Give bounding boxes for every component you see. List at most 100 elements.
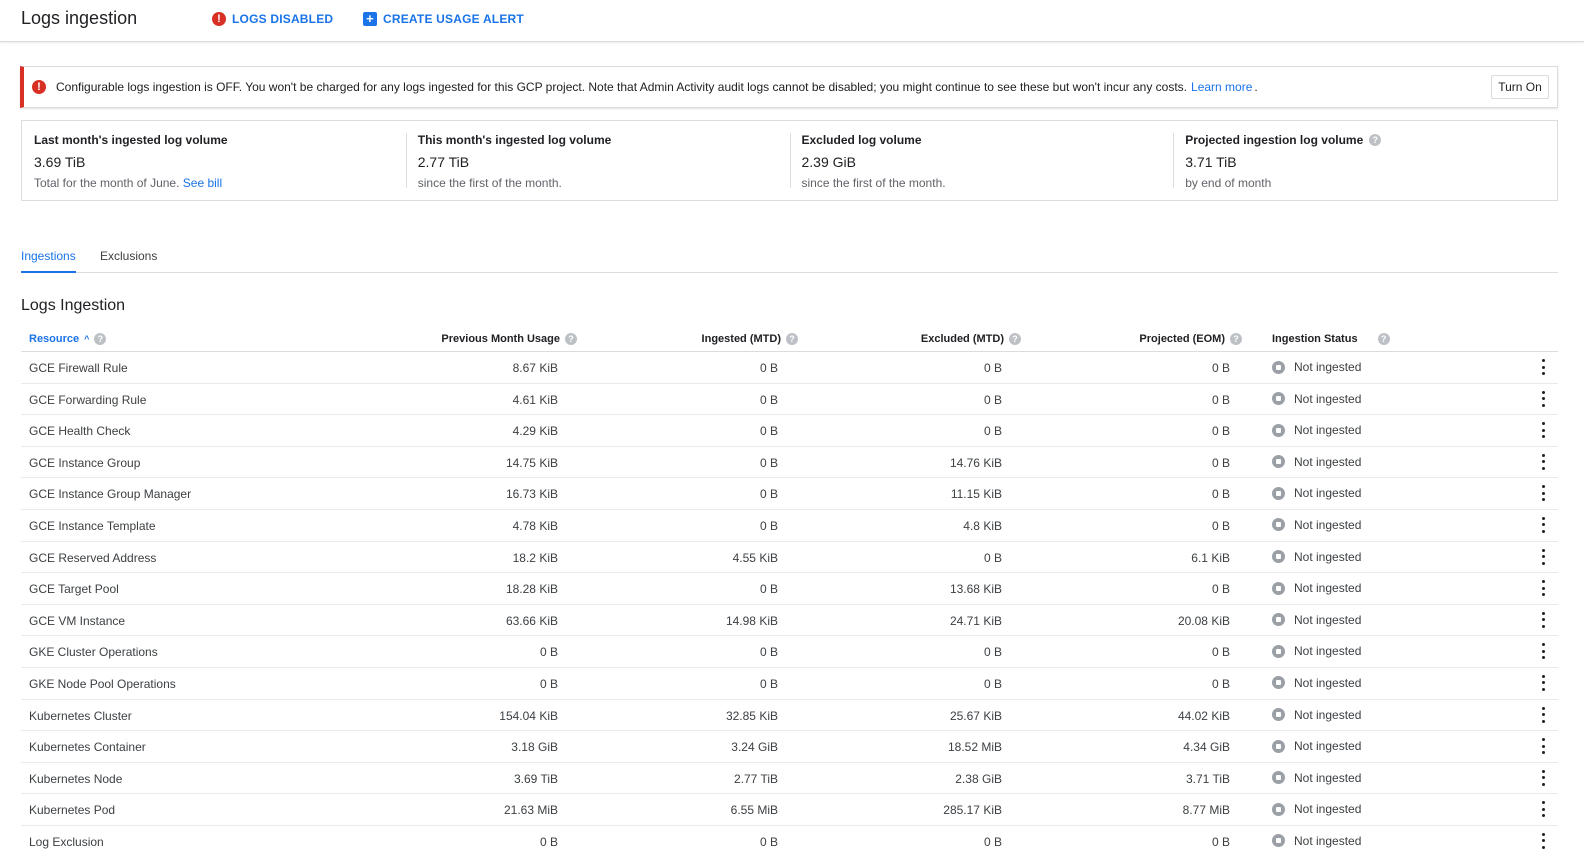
more-vert-icon[interactable] [1540,516,1546,533]
cell-status: Not ingested [1272,613,1361,627]
more-vert-icon[interactable] [1540,422,1546,439]
help-icon[interactable]: ? [94,333,107,345]
more-vert-icon[interactable] [1540,801,1546,818]
more-vert-icon[interactable] [1540,359,1546,375]
more-vert-icon[interactable] [1540,706,1546,723]
table-row[interactable]: Kubernetes Cluster 154.04 KiB 32.85 KiB 25.… [21,700,1558,732]
column-header-label: Ingested (MTD) [701,333,781,345]
help-icon[interactable]: ? [565,333,577,345]
help-icon[interactable]: ? [1230,333,1242,345]
more-vert-icon[interactable] [1540,548,1546,565]
add-box-icon: + [363,12,377,26]
cell-previous-usage: 21.63 MiB [503,803,558,818]
cell-projected: 0 B [1211,834,1230,849]
banner-period: . [1254,80,1258,94]
table-row[interactable]: GCE Target Pool 18.28 KiB 0 B 13.68 KiB 0 B N… [21,573,1558,605]
column-header-label: Previous Month Usage [441,333,560,345]
tab-ingestions[interactable]: Ingestions [21,249,76,273]
cell-resource: Kubernetes Pod [29,803,116,818]
usage-summary-card: Last month's ingested log volume 3.69 Ti… [21,120,1558,201]
table-row[interactable]: GCE Forwarding Rule 4.61 KiB 0 B 0 B 0 B Not … [21,384,1558,416]
column-header-status[interactable]: Ingestion Status ? [1272,333,1390,345]
section-title: Logs Ingestion [21,297,126,314]
column-header-projected[interactable]: Projected (EOM) ? [1139,333,1242,345]
cell-previous-usage: 16.73 KiB [505,487,558,502]
cell-status: Not ingested [1272,550,1361,564]
logs-ingestion-table: Resource ^ ? Previous Month Usage ? Inge… [21,326,1558,855]
status-label: Not ingested [1294,423,1362,438]
table-row[interactable]: GCE Reserved Address 18.2 KiB 4.55 KiB 0 B 6… [21,542,1558,574]
status-label: Not ingested [1294,739,1362,754]
banner-text: Configurable logs ingestion is OFF. You … [56,80,1188,94]
cell-ingested: 4.55 KiB [732,550,778,565]
table-row[interactable]: GCE Health Check 4.29 KiB 0 B 0 B 0 B Not ing… [21,415,1558,447]
tab-exclusions[interactable]: Exclusions [100,249,157,273]
cell-resource: Kubernetes Node [29,771,123,786]
help-icon[interactable]: ? [1377,333,1390,345]
cell-previous-usage: 4.61 KiB [512,392,558,407]
table-row[interactable]: GKE Node Pool Operations 0 B 0 B 0 B 0 B Not … [21,668,1558,700]
more-vert-icon[interactable] [1540,390,1546,407]
table-row[interactable]: GKE Cluster Operations 0 B 0 B 0 B 0 B Not in… [21,636,1558,668]
not-ingested-icon [1272,392,1285,406]
cell-ingested: 3.24 GiB [731,740,778,755]
create-usage-alert-button[interactable]: + CREATE USAGE ALERT [363,10,524,28]
more-vert-icon[interactable] [1540,769,1546,786]
column-header-excluded[interactable]: Excluded (MTD) ? [921,333,1021,345]
column-header-resource[interactable]: Resource ^ ? [29,333,107,345]
cell-ingested: 14.98 KiB [725,613,778,628]
cell-resource: GKE Cluster Operations [29,645,158,660]
not-ingested-icon [1272,486,1285,500]
cell-excluded: 0 B [983,676,1002,691]
cell-excluded: 14.76 KiB [949,455,1002,470]
table-row[interactable]: GCE Instance Group Manager 16.73 KiB 0 B 11… [21,478,1558,510]
learn-more-link[interactable]: Learn more [1191,80,1252,94]
table-row[interactable]: Kubernetes Pod 21.63 MiB 6.55 MiB 285.17 Ki… [21,794,1558,826]
more-vert-icon[interactable] [1540,611,1546,628]
more-vert-icon[interactable] [1540,738,1546,755]
more-vert-icon[interactable] [1540,832,1546,849]
not-ingested-icon [1272,708,1285,722]
cell-resource: GCE Target Pool [29,582,119,597]
more-vert-icon[interactable] [1540,580,1546,597]
column-header-ingested[interactable]: Ingested (MTD) ? [702,333,798,345]
create-usage-alert-label: CREATE USAGE ALERT [383,12,524,26]
table-row[interactable]: Kubernetes Node 3.69 TiB 2.77 TiB 2.38 GiB 3… [21,763,1558,795]
help-icon[interactable]: ? [786,333,798,345]
cell-previous-usage: 0 B [539,645,558,660]
cell-previous-usage: 0 B [539,834,558,849]
more-vert-icon[interactable] [1540,453,1546,470]
table-row[interactable]: Kubernetes Container 3.18 GiB 3.24 GiB 18.5… [21,731,1558,763]
status-label: Not ingested [1294,644,1362,659]
not-ingested-icon [1272,581,1285,595]
more-vert-icon[interactable] [1540,485,1546,502]
cell-status: Not ingested [1272,644,1361,658]
stat-subtext: Total for the month of June. See bill [34,176,394,190]
cell-projected: 0 B [1211,676,1230,691]
turn-on-button[interactable]: Turn On [1491,75,1549,99]
status-label: Not ingested [1294,486,1362,501]
help-icon[interactable]: ? [1009,333,1021,345]
see-bill-link[interactable]: See bill [183,176,222,190]
status-label: Not ingested [1294,581,1362,596]
cell-excluded: 24.71 KiB [949,613,1002,628]
table-row[interactable]: GCE Instance Template 4.78 KiB 0 B 4.8 KiB 0… [21,510,1558,542]
help-icon[interactable]: ? [1369,134,1382,146]
table-row[interactable]: Log Exclusion 0 B 0 B 0 B 0 B Not ingested [21,826,1558,855]
table-header: Resource ^ ? Previous Month Usage ? Inge… [21,326,1558,352]
logs-disabled-button[interactable]: ! LOGS DISABLED [212,10,333,28]
error-icon: ! [212,12,226,26]
table-row[interactable]: GCE Instance Group 14.75 KiB 0 B 14.76 KiB 0… [21,447,1558,479]
cell-ingested: 6.55 MiB [730,803,778,818]
stat-subtext: since the first of the month. [801,176,946,190]
logs-off-banner: ! Configurable logs ingestion is OFF. Yo… [20,66,1558,108]
status-label: Not ingested [1294,391,1362,406]
cell-previous-usage: 18.2 KiB [512,550,558,565]
error-icon: ! [32,80,46,94]
cell-resource: GCE Instance Template [29,518,156,533]
more-vert-icon[interactable] [1540,643,1546,660]
more-vert-icon[interactable] [1540,674,1546,691]
column-header-previous[interactable]: Previous Month Usage ? [441,333,577,345]
table-row[interactable]: GCE VM Instance 63.66 KiB 14.98 KiB 24.71 K… [21,605,1558,637]
table-row[interactable]: GCE Firewall Rule 8.67 KiB 0 B 0 B 0 B Not in… [21,352,1558,384]
